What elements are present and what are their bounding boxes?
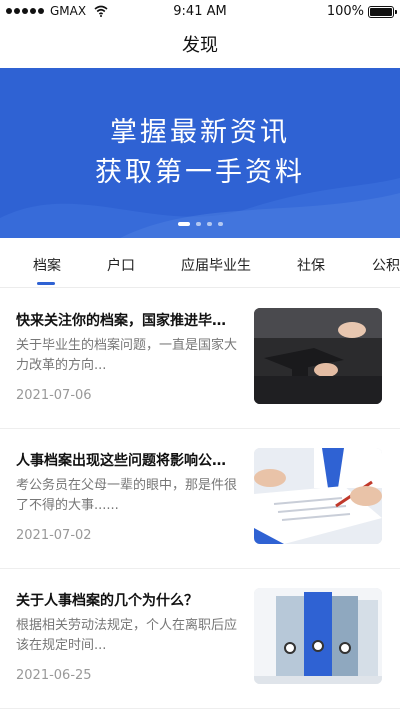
carousel-indicator-dot[interactable] (177, 222, 190, 226)
news-date: 2021-07-06 (16, 388, 92, 403)
nav-bar: 发现 (0, 24, 400, 68)
news-item[interactable]: 快来关注你的档案，国家推进毕… 关于毕业生的档案问题，一直是国家大力改革的方向.… (0, 296, 400, 436)
tab-archive[interactable]: 档案 (33, 255, 61, 275)
battery-icon (368, 5, 397, 18)
news-thumbnail-signing (254, 448, 382, 544)
news-thumbnail-binders (254, 588, 382, 684)
tab-hukou[interactable]: 户口 (107, 255, 135, 275)
tab-graduates[interactable]: 应届毕业生 (181, 255, 251, 275)
news-item[interactable]: 人事档案出现这些问题将影响公… 考公务员在父母一辈的眼中，那是件很了不得的大事.… (0, 436, 400, 576)
page-title: 发现 (182, 35, 218, 56)
news-title: 人事档案出现这些问题将影响公… (16, 453, 226, 469)
news-title: 快来关注你的档案，国家推进毕… (16, 313, 226, 329)
news-summary: 关于毕业生的档案问题，一直是国家大力改革的方向... (16, 338, 238, 373)
active-tab-indicator (37, 282, 55, 285)
carousel-indicator-dot[interactable] (195, 222, 201, 226)
category-tabs: 档案 户口 应届毕业生 社保 公积 (0, 238, 400, 288)
news-summary: 根据相关劳动法规定，个人在离职后应该在规定时间... (16, 618, 238, 653)
carousel-indicator-dot[interactable] (217, 222, 223, 226)
banner-subheadline: 获取第一手资料 (95, 157, 305, 188)
tab-housing-fund[interactable]: 公积 (372, 255, 400, 275)
news-date: 2021-07-02 (16, 528, 92, 543)
tab-social-security[interactable]: 社保 (297, 255, 325, 275)
status-bar: GMAX 9:41 AM 100% (0, 0, 400, 24)
carousel-indicator-dot[interactable] (206, 222, 212, 226)
carousel-indicators (0, 222, 400, 226)
divider (0, 428, 400, 429)
banner-carousel[interactable]: 掌握最新资讯 获取第一手资料 (0, 68, 400, 238)
news-title: 关于人事档案的几个为什么？ (16, 593, 198, 609)
battery-fill (370, 7, 392, 16)
banner-headline: 掌握最新资讯 (110, 117, 290, 148)
battery-group: 100% (326, 4, 397, 19)
battery-percent: 100% (326, 4, 364, 19)
news-thumbnail-graduation (254, 308, 382, 404)
news-item[interactable]: 关于人事档案的几个为什么？ 根据相关劳动法规定，个人在离职后应该在规定时间...… (0, 576, 400, 711)
divider (0, 708, 400, 709)
news-summary: 考公务员在父母一辈的眼中，那是件很了不得的大事...... (16, 478, 238, 513)
news-date: 2021-06-25 (16, 668, 92, 683)
divider (0, 568, 400, 569)
